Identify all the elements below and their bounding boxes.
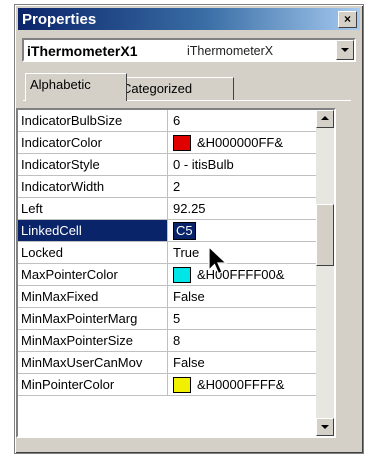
property-value[interactable]: &H0000FFFF&: [169, 374, 316, 395]
property-row[interactable]: MinMaxFixed False: [18, 286, 316, 308]
scroll-thumb[interactable]: [316, 204, 334, 266]
tab-strip: Alphabetic Categorized: [23, 71, 353, 101]
chevron-down-icon[interactable]: [336, 40, 354, 60]
tab-categorized[interactable]: Categorized: [117, 77, 234, 100]
property-name: MaxPointerColor: [18, 264, 168, 285]
property-row[interactable]: MaxPointerColor &H00FFFF00&: [18, 264, 316, 286]
title-bar[interactable]: Properties ×: [18, 8, 360, 30]
property-grid: IndicatorBulbSize 6 IndicatorColor &H000…: [16, 108, 336, 438]
color-swatch: [173, 134, 191, 151]
property-row[interactable]: Locked True: [18, 242, 316, 264]
property-row[interactable]: IndicatorStyle 0 - itisBulb: [18, 154, 316, 176]
property-row[interactable]: MinMaxUserCanMov False: [18, 352, 316, 374]
object-type: iThermometerX: [187, 44, 274, 58]
vertical-scrollbar[interactable]: [316, 110, 334, 436]
property-name: IndicatorStyle: [18, 154, 168, 175]
property-value[interactable]: 8: [169, 330, 316, 351]
object-name: iThermometerX1: [27, 43, 138, 59]
property-value[interactable]: 6: [169, 110, 316, 131]
property-row[interactable]: MinMaxPointerMarg 5: [18, 308, 316, 330]
property-value-text: &H0000FFFF&: [197, 377, 285, 392]
property-value[interactable]: True: [169, 242, 316, 263]
property-name: MinMaxUserCanMov: [18, 352, 168, 373]
property-name: MinMaxPointerSize: [18, 330, 168, 351]
property-value[interactable]: False: [169, 286, 316, 307]
property-row[interactable]: IndicatorWidth 2: [18, 176, 316, 198]
property-name: Locked: [18, 242, 168, 263]
close-icon: ×: [343, 12, 351, 26]
property-name: IndicatorBulbSize: [18, 110, 168, 131]
property-name: MinMaxPointerMarg: [18, 308, 168, 329]
window-title: Properties: [22, 11, 97, 28]
property-row-selected[interactable]: LinkedCell C5: [18, 220, 316, 242]
tab-alphabetic[interactable]: Alphabetic: [25, 73, 127, 101]
property-value-text: &H000000FF&: [197, 135, 283, 150]
property-row[interactable]: MinPointerColor &H0000FFFF&: [18, 374, 316, 396]
color-swatch: [173, 376, 191, 393]
property-value[interactable]: 2: [169, 176, 316, 197]
property-name: IndicatorWidth: [18, 176, 168, 197]
property-row[interactable]: IndicatorBulbSize 6: [18, 110, 316, 132]
property-name: MinMaxFixed: [18, 286, 168, 307]
property-value[interactable]: C5: [169, 220, 316, 241]
scroll-down-icon[interactable]: [316, 418, 334, 436]
property-row[interactable]: IndicatorColor &H000000FF&: [18, 132, 316, 154]
property-name: MinPointerColor: [18, 374, 168, 395]
scroll-up-icon[interactable]: [316, 110, 334, 128]
property-name: Left: [18, 198, 168, 219]
property-value[interactable]: False: [169, 352, 316, 373]
property-name: LinkedCell: [18, 220, 168, 241]
property-row[interactable]: MinMaxPointerSize 8: [18, 330, 316, 352]
property-value[interactable]: &H000000FF&: [169, 132, 316, 153]
mouse-pointer-icon: [208, 246, 228, 275]
property-value[interactable]: 0 - itisBulb: [169, 154, 316, 175]
property-row[interactable]: Left 92.25: [18, 198, 316, 220]
property-value[interactable]: &H00FFFF00&: [169, 264, 316, 285]
close-button[interactable]: ×: [338, 11, 357, 28]
property-edit-field[interactable]: C5: [173, 222, 196, 240]
object-selector[interactable]: iThermometerX1 iThermometerX: [22, 38, 356, 62]
color-swatch: [173, 266, 191, 283]
property-value[interactable]: 5: [169, 308, 316, 329]
property-value[interactable]: 92.25: [169, 198, 316, 219]
property-name: IndicatorColor: [18, 132, 168, 153]
